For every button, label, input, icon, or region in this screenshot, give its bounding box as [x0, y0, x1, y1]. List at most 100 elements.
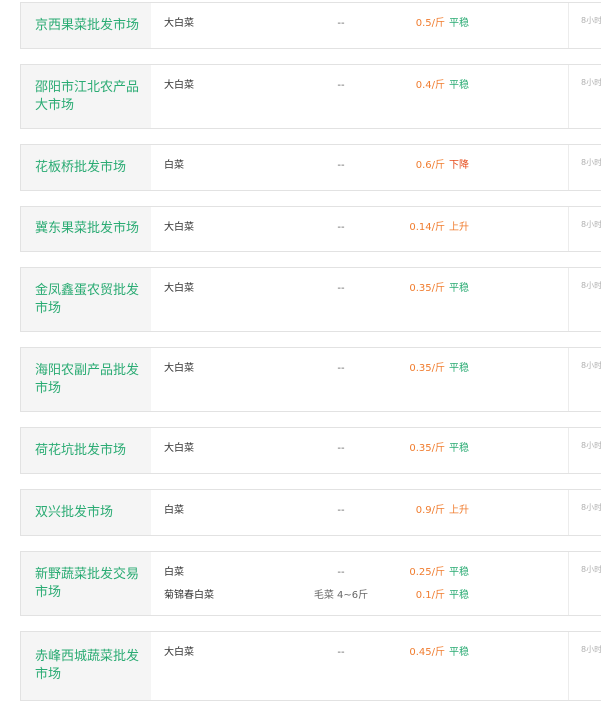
update-time: 8小时 [581, 220, 601, 229]
variety-label: 大白菜 [164, 283, 194, 294]
variety-label: 白菜 [164, 505, 184, 516]
market-name-link[interactable]: 冀东果菜批发市场 [35, 220, 139, 238]
market-cell: 金凤鑫蛋农贸批发市场 [21, 268, 151, 331]
spec-label: 毛菜 4~6斤 [313, 590, 369, 601]
price-cell: 0.35/斤 平稳 [409, 282, 469, 296]
price-value: 0.1/斤 [415, 590, 445, 601]
variety-label: 大白菜 [164, 18, 194, 29]
update-time: 8小时 [581, 565, 601, 574]
market-listing: 京西果菜批发市场 大白菜 -- 0.5/斤 平稳 8小时 [20, 2, 601, 49]
market-name-link[interactable]: 金凤鑫蛋农贸批发市场 [35, 282, 145, 318]
market-name-link[interactable]: 花板桥批发市场 [35, 159, 126, 177]
trend-label: 平稳 [449, 590, 469, 601]
spec-label: -- [337, 505, 345, 516]
trend-label: 平稳 [449, 647, 469, 658]
price-value: 0.5/斤 [415, 18, 445, 29]
market-cell: 荷花坑批发市场 [21, 428, 151, 473]
trend-label: 上升 [449, 222, 469, 233]
variety-label: 大白菜 [164, 443, 194, 454]
spec-label: -- [337, 222, 345, 233]
update-time-cell: 8小时 [568, 145, 601, 190]
variety-label: 大白菜 [164, 80, 194, 91]
market-listing: 金凤鑫蛋农贸批发市场 大白菜 -- 0.35/斤 平稳 8小时 [20, 267, 601, 332]
trend-label: 平稳 [449, 567, 469, 578]
price-cell: 0.25/斤 平稳 [409, 566, 469, 580]
trend-label: 平稳 [449, 363, 469, 374]
market-cell: 海阳农副产品批发市场 [21, 348, 151, 411]
price-value: 0.25/斤 [409, 567, 445, 578]
market-cell: 京西果菜批发市场 [21, 3, 151, 48]
price-cell: 0.6/斤 下降 [416, 159, 469, 173]
spec-label: -- [337, 283, 345, 294]
update-time-cell: 8小时 [568, 268, 601, 331]
market-listing: 新野蔬菜批发交易市场 白菜 -- 0.25/斤 平稳 菊锦春白菜 毛菜 4~6斤 0.1/斤平… [20, 551, 601, 616]
price-value: 0.6/斤 [415, 160, 445, 171]
market-name-link[interactable]: 赤峰西城蔬菜批发市场 [35, 648, 145, 684]
spec-label: -- [337, 443, 345, 454]
spec-label: -- [337, 647, 345, 658]
update-time: 8小时 [581, 441, 601, 450]
price-value: 0.35/斤 [409, 363, 445, 374]
market-listing: 赤峰西城蔬菜批发市场 大白菜 -- 0.45/斤 平稳 8小时 [20, 631, 601, 701]
update-time: 8小时 [581, 361, 601, 370]
trend-label: 下降 [449, 160, 469, 171]
update-time-cell: 8小时 [568, 3, 601, 48]
price-value: 0.4/斤 [415, 80, 445, 91]
market-cell: 双兴批发市场 [21, 490, 151, 535]
market-listing: 荷花坑批发市场 大白菜 -- 0.35/斤 平稳 8小时 [20, 427, 601, 474]
update-time: 8小时 [581, 158, 601, 167]
price-cell: 0.35/斤 平稳 [409, 442, 469, 456]
market-listing: 冀东果菜批发市场 大白菜 -- 0.14/斤 上升 8小时 [20, 206, 601, 252]
update-time: 8小时 [581, 16, 601, 25]
update-time-cell: 8小时 [568, 348, 601, 411]
update-time-cell: 8小时 [568, 428, 601, 473]
spec-label: -- [337, 567, 345, 578]
trend-label: 上升 [449, 505, 469, 516]
market-name-link[interactable]: 邵阳市江北农产品大市场 [35, 79, 145, 115]
market-cell: 冀东果菜批发市场 [21, 207, 151, 251]
price-cell: 0.35/斤 平稳 [409, 362, 469, 376]
market-listing: 邵阳市江北农产品大市场 大白菜 -- 0.4/斤 平稳 8小时 [20, 64, 601, 129]
variety-label: 大白菜 [164, 363, 194, 374]
update-time-cell: 8小时 [568, 490, 601, 535]
price-cell: 0.1/斤 平稳 [416, 589, 469, 603]
market-cell: 花板桥批发市场 [21, 145, 151, 190]
market-cell: 赤峰西城蔬菜批发市场 [21, 632, 151, 700]
update-time-cell: 8小时 [568, 552, 601, 615]
price-cell: 0.14/斤 上升 [409, 221, 469, 235]
market-name-link[interactable]: 京西果菜批发市场 [35, 17, 139, 35]
variety-label: 菊锦春白菜 [164, 590, 214, 601]
market-name-link[interactable]: 荷花坑批发市场 [35, 442, 126, 460]
trend-label: 平稳 [449, 80, 469, 91]
trend-label: 平稳 [449, 283, 469, 294]
update-time: 8小时 [581, 503, 601, 512]
price-value: 0.45/斤 [409, 647, 445, 658]
update-time: 8小时 [581, 645, 601, 654]
market-cell: 邵阳市江北农产品大市场 [21, 65, 151, 128]
price-value: 0.35/斤 [409, 443, 445, 454]
spec-label: -- [337, 160, 345, 171]
market-listing: 花板桥批发市场 白菜 -- 0.6/斤 下降 8小时 [20, 144, 601, 191]
update-time: 8小时 [581, 281, 601, 290]
price-cell: 0.5/斤 平稳 [416, 17, 469, 31]
market-listing: 海阳农副产品批发市场 大白菜 -- 0.35/斤 平稳 8小时 [20, 347, 601, 412]
update-time-cell: 8小时 [568, 632, 601, 700]
update-time-cell: 8小时 [568, 65, 601, 128]
price-cell: 0.9/斤 上升 [416, 504, 469, 518]
market-name-link[interactable]: 海阳农副产品批发市场 [35, 362, 145, 398]
price-cell: 0.45/斤 平稳 [409, 646, 469, 660]
variety-label: 白菜 [164, 160, 184, 171]
price-cell: 0.4/斤 平稳 [416, 79, 469, 93]
trend-label: 平稳 [449, 18, 469, 29]
market-listing: 双兴批发市场 白菜 -- 0.9/斤 上升 8小时 [20, 489, 601, 536]
price-value: 0.14/斤 [409, 222, 445, 233]
market-name-link[interactable]: 双兴批发市场 [35, 504, 113, 522]
market-name-link[interactable]: 新野蔬菜批发交易市场 [35, 566, 145, 602]
variety-label: 大白菜 [164, 222, 194, 233]
spec-label: -- [337, 363, 345, 374]
update-time-cell: 8小时 [568, 207, 601, 251]
price-value: 0.9/斤 [415, 505, 445, 516]
update-time: 8小时 [581, 78, 601, 87]
spec-label: -- [337, 80, 345, 91]
price-value: 0.35/斤 [409, 283, 445, 294]
